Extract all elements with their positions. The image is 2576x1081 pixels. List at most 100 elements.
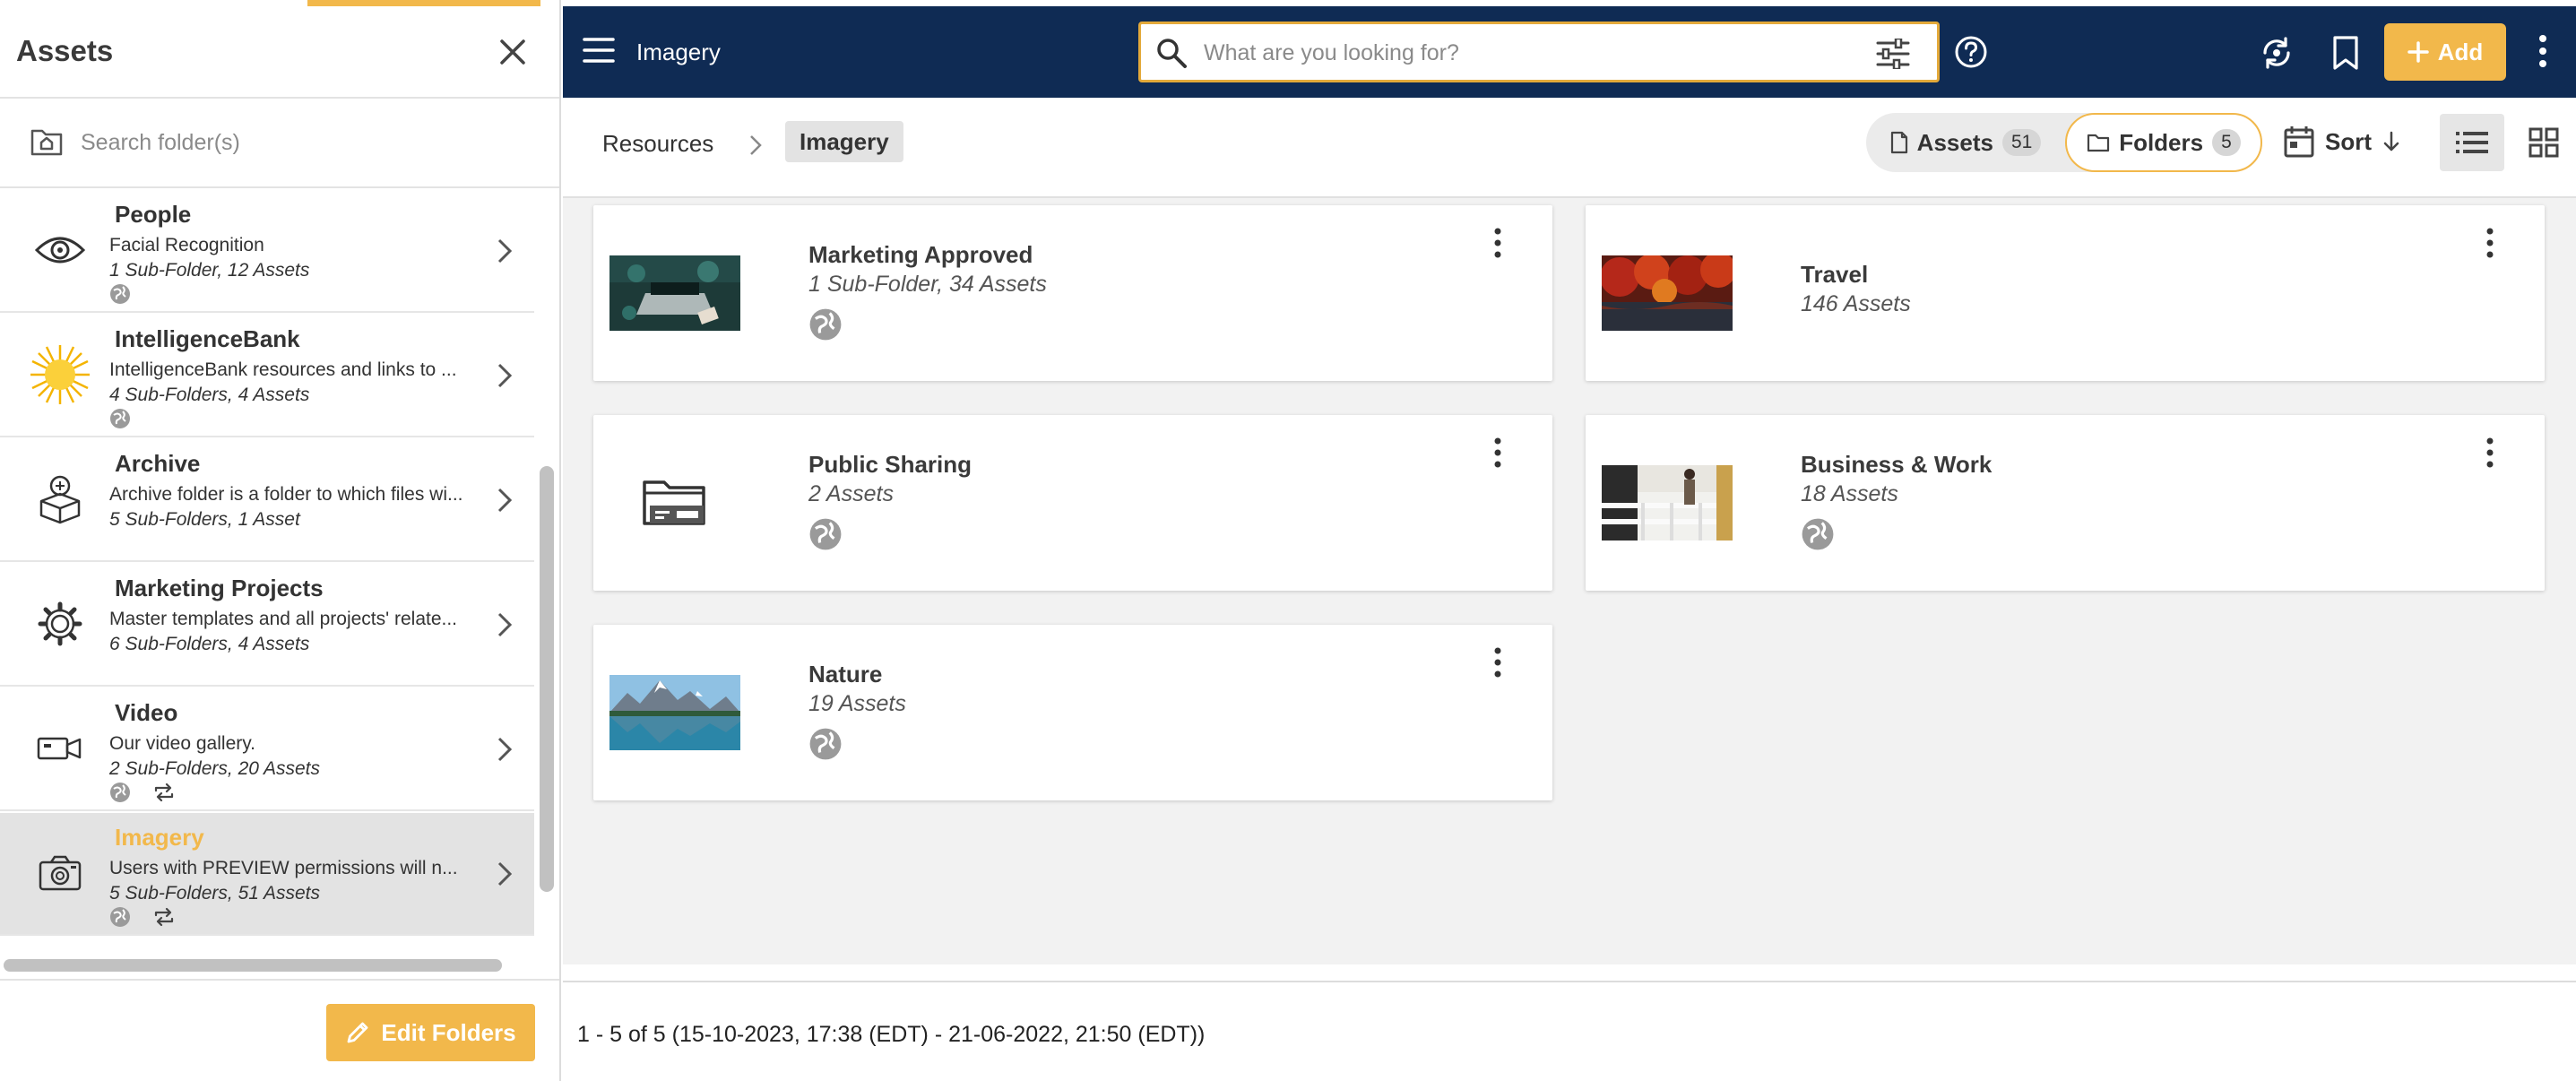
- pagination-summary: 1 - 5 of 5 (15-10-2023, 17:38 (EDT) - 21…: [577, 1022, 1206, 1047]
- globe-icon: [110, 907, 130, 927]
- add-label: Add: [2437, 38, 2484, 65]
- sync-arrows-icon: [154, 907, 174, 927]
- global-search: [1138, 22, 1940, 82]
- current-section-title: Imagery: [636, 39, 721, 65]
- grid-view-icon: [2528, 127, 2559, 158]
- more-vertical-icon[interactable]: [1491, 646, 1504, 679]
- folder-name: Marketing Projects: [115, 575, 324, 601]
- folder-thumbnail-laptop: [609, 255, 740, 331]
- plus-icon: [2407, 41, 2429, 63]
- edit-folders-label: Edit Folders: [381, 1018, 516, 1046]
- folder-card[interactable]: Public Sharing 2 Assets: [593, 415, 1552, 591]
- folder-meta: 18 Assets: [1801, 481, 1898, 506]
- folder-meta: 5 Sub-Folders, 1 Asset: [109, 509, 300, 530]
- globe-icon: [110, 409, 130, 428]
- grid-view-button[interactable]: [2517, 114, 2571, 171]
- folder-title: Nature: [808, 661, 883, 688]
- breadcrumb-item-current: Imagery: [785, 121, 903, 162]
- breadcrumb-item-resources[interactable]: Resources: [602, 130, 713, 158]
- calendar-icon: [2284, 126, 2314, 158]
- filter-sliders-icon[interactable]: [1876, 39, 1910, 69]
- panel-title: Assets: [16, 34, 114, 67]
- folder-card[interactable]: Marketing Approved 1 Sub-Folder, 34 Asse…: [593, 205, 1552, 381]
- help-icon[interactable]: [1954, 35, 1988, 69]
- folder-description: Our video gallery.: [109, 733, 256, 754]
- chevron-right-icon: [497, 488, 513, 513]
- search-icon: [1157, 39, 1187, 68]
- folders-toggle-label: Folders: [2119, 128, 2204, 156]
- folder-description: Archive folder is a folder to which file…: [109, 484, 463, 505]
- globe-icon: [809, 518, 842, 550]
- folder-thumbnail-mountain-lake: [609, 675, 740, 750]
- sort-label: Sort: [2325, 127, 2372, 155]
- camera-icon: [29, 845, 91, 901]
- folder-grid: Marketing Approved 1 Sub-Folder, 34 Asse…: [563, 198, 2576, 964]
- gear-icon: [29, 596, 91, 652]
- folder-card[interactable]: Nature 19 Assets: [593, 625, 1552, 800]
- horizontal-scrollbar[interactable]: [4, 959, 502, 972]
- assets-toggle-label: Assets: [1916, 128, 1993, 156]
- folder-title: Public Sharing: [808, 451, 972, 478]
- add-button[interactable]: Add: [2384, 23, 2506, 81]
- folder-title: Travel: [1801, 261, 1869, 288]
- folder-name: People: [115, 201, 192, 228]
- folder-meta: 2 Assets: [808, 481, 894, 506]
- video-camera-icon: [29, 721, 91, 776]
- edit-folders-button[interactable]: Edit Folders: [326, 1004, 535, 1061]
- folder-list: People Facial Recognition 1 Sub-Folder, …: [0, 190, 534, 954]
- folder-card[interactable]: Travel 146 Assets: [1586, 205, 2545, 381]
- chevron-right-icon: [497, 363, 513, 388]
- folder-meta: 2 Sub-Folders, 20 Assets: [109, 758, 320, 779]
- folder-description: Facial Recognition: [109, 235, 264, 255]
- folder-title: Business & Work: [1801, 451, 1993, 478]
- globe-icon: [809, 728, 842, 760]
- pencil-icon: [347, 1022, 368, 1043]
- folder-thumbnail-autumn: [1602, 255, 1733, 331]
- folder-item-imagery[interactable]: Imagery Users with PREVIEW permissions w…: [0, 813, 534, 936]
- folder-meta: 5 Sub-Folders, 51 Assets: [109, 883, 320, 904]
- sun-icon: [29, 345, 91, 404]
- more-vertical-icon[interactable]: [1491, 227, 1504, 259]
- sort-button[interactable]: Sort: [2284, 121, 2400, 162]
- top-navigation-bar: Imagery Add: [563, 6, 2576, 98]
- folder-item-archive[interactable]: Archive Archive folder is a folder to wh…: [0, 439, 534, 562]
- global-search-input[interactable]: [1204, 33, 1831, 73]
- folder-thumbnail-balcony: [1602, 465, 1733, 540]
- more-vertical-icon[interactable]: [2484, 227, 2496, 259]
- more-vertical-icon[interactable]: [1491, 437, 1504, 469]
- folders-toggle-button[interactable]: Folders 5: [2065, 113, 2262, 172]
- folder-item-people[interactable]: People Facial Recognition 1 Sub-Folder, …: [0, 190, 534, 313]
- menu-icon[interactable]: [583, 37, 615, 64]
- panel-header: Assets: [0, 0, 559, 99]
- folder-card[interactable]: Business & Work 18 Assets: [1586, 415, 2545, 591]
- list-view-button[interactable]: [2440, 114, 2504, 171]
- more-vertical-icon[interactable]: [2484, 437, 2496, 469]
- chevron-right-icon: [750, 135, 762, 155]
- folder-meta: 19 Assets: [808, 691, 906, 716]
- results-footer: 1 - 5 of 5 (15-10-2023, 17:38 (EDT) - 21…: [563, 981, 2576, 1081]
- folder-meta: 6 Sub-Folders, 4 Assets: [109, 634, 310, 654]
- folder-meta: 1 Sub-Folder, 12 Assets: [109, 260, 310, 281]
- folder-item-marketing-projects[interactable]: Marketing Projects Master templates and …: [0, 564, 534, 687]
- chevron-right-icon: [497, 238, 513, 264]
- close-icon[interactable]: [495, 34, 531, 70]
- vertical-scrollbar[interactable]: [540, 466, 554, 892]
- globe-icon: [110, 284, 130, 304]
- folder-search-input[interactable]: [81, 120, 529, 165]
- folder-item-intelligencebank[interactable]: IntelligenceBank IntelligenceBank resour…: [0, 315, 534, 437]
- folder-title: Marketing Approved: [808, 241, 1033, 268]
- assets-toggle-button[interactable]: Assets 51: [1866, 113, 2065, 172]
- refresh-sync-icon[interactable]: [2259, 35, 2295, 71]
- folder-item-video[interactable]: Video Our video gallery. 2 Sub-Folders, …: [0, 688, 534, 811]
- archive-box-icon: [29, 471, 91, 527]
- chevron-right-icon: [497, 612, 513, 637]
- chevron-right-icon: [497, 737, 513, 762]
- folder-meta: 1 Sub-Folder, 34 Assets: [808, 272, 1047, 297]
- arrow-down-icon: [2383, 131, 2399, 151]
- folder-search: [0, 99, 559, 188]
- more-vertical-icon[interactable]: [2537, 33, 2549, 69]
- eye-icon: [29, 222, 91, 278]
- folder-icon: [609, 465, 740, 540]
- folder-description: Master templates and all projects' relat…: [109, 609, 458, 629]
- bookmark-icon[interactable]: [2330, 35, 2361, 71]
